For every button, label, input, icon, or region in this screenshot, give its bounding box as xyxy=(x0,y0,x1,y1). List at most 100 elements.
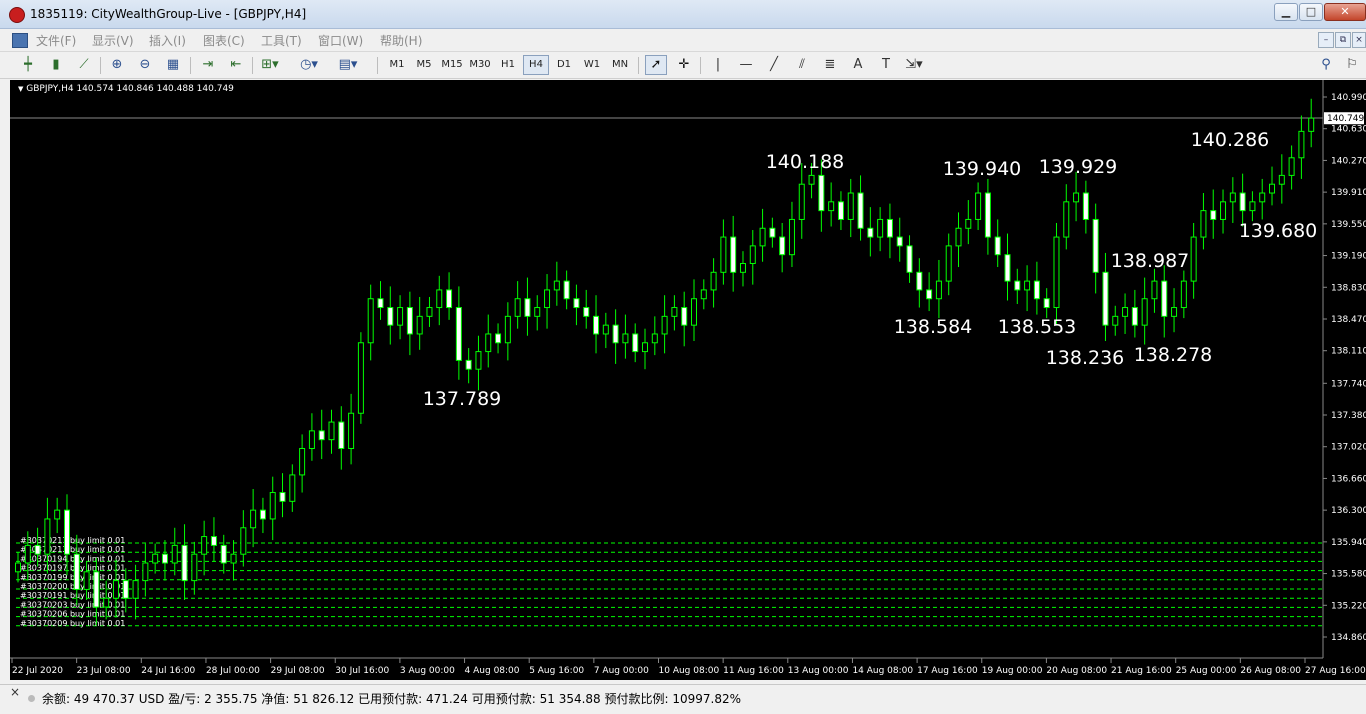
zoom-in-icon[interactable]: ⊕ xyxy=(107,55,127,75)
candle-body xyxy=(1131,307,1138,326)
candle-body xyxy=(1171,307,1178,317)
timeframe-m30[interactable]: M30 xyxy=(468,55,492,75)
label-icon[interactable]: T xyxy=(876,55,896,75)
timeframe-m15[interactable]: M15 xyxy=(440,55,464,75)
candle-body xyxy=(749,245,756,264)
candle-body xyxy=(1210,210,1217,220)
document-icon[interactable] xyxy=(12,33,28,48)
candle-body xyxy=(93,571,100,608)
x-tick-label: 25 Aug 00:00 xyxy=(1176,666,1237,676)
candle-body xyxy=(240,527,247,555)
x-tick-label: 11 Aug 16:00 xyxy=(723,666,784,676)
candle-body xyxy=(54,509,61,520)
bar-chart-icon[interactable]: ┿ xyxy=(18,55,38,75)
cursor-icon[interactable]: ➚ xyxy=(645,55,667,75)
mdi-minimize-button[interactable]: – xyxy=(1318,32,1334,48)
candle-body xyxy=(886,218,893,238)
flag-icon[interactable]: ⚐ xyxy=(1342,55,1362,75)
candle-body xyxy=(681,307,688,326)
candle-body xyxy=(455,307,462,361)
close-button[interactable]: ✕ xyxy=(1324,3,1366,21)
candle-body xyxy=(171,544,178,564)
candle-body xyxy=(818,174,825,212)
templates-icon[interactable]: ▤▾ xyxy=(338,55,358,75)
x-tick-label: 24 Jul 16:00 xyxy=(141,666,195,676)
candle-body xyxy=(152,553,159,564)
candle-body xyxy=(122,580,129,599)
candle-body xyxy=(1014,280,1021,291)
candle-body xyxy=(289,474,296,502)
menu-file[interactable]: 文件(F) xyxy=(36,32,76,49)
price-annotation: 138.553 xyxy=(998,316,1077,338)
chart-canvas[interactable]: #30370211 buy limit 0.01#30370213 buy li… xyxy=(10,80,1366,680)
menu-charts[interactable]: 图表(C) xyxy=(203,32,245,49)
candle-body xyxy=(73,553,80,590)
timeframe-h4[interactable]: H4 xyxy=(523,55,549,75)
order-label: #30370203 buy limit 0.01 xyxy=(20,600,125,609)
autoscroll-icon[interactable]: ⇥ xyxy=(198,55,218,75)
candle-body xyxy=(720,236,727,273)
maximize-button[interactable]: □ xyxy=(1299,3,1323,21)
menu-help[interactable]: 帮助(H) xyxy=(380,32,422,49)
candle-body xyxy=(1151,280,1158,300)
order-label: #30370209 buy limit 0.01 xyxy=(20,619,125,628)
account-status: 余额: 49 470.37 USD 盈/亏: 2 355.75 净值: 51 8… xyxy=(42,692,742,706)
mdi-restore-button[interactable]: ⧉ xyxy=(1335,32,1351,48)
y-tick-label: 136.300 xyxy=(1331,506,1366,516)
crosshair-icon[interactable]: ✛ xyxy=(674,55,694,75)
vertical-line-icon[interactable]: | xyxy=(708,55,728,75)
candle-body xyxy=(142,562,149,582)
window-title: 1835119: CityWealthGroup-Live - [GBPJPY,… xyxy=(30,7,307,21)
menu-window[interactable]: 窗口(W) xyxy=(318,32,363,49)
timeframe-d1[interactable]: D1 xyxy=(552,55,576,75)
candle-body xyxy=(210,536,217,546)
candles-icon[interactable]: ▮ xyxy=(46,55,66,75)
chart-shift-icon[interactable]: ⇤ xyxy=(226,55,246,75)
mdi-close-button[interactable]: × xyxy=(1352,32,1366,48)
text-icon[interactable]: A xyxy=(848,55,868,75)
zoom-out-icon[interactable]: ⊖ xyxy=(135,55,155,75)
menu-tools[interactable]: 工具(T) xyxy=(261,32,302,49)
y-tick-label: 139.190 xyxy=(1331,252,1366,262)
x-tick-label: 21 Aug 16:00 xyxy=(1111,666,1172,676)
close-terminal-icon[interactable]: × xyxy=(10,685,20,699)
search-icon[interactable]: ⚲ xyxy=(1316,55,1336,75)
menu-view[interactable]: 显示(V) xyxy=(92,32,134,49)
candle-body xyxy=(83,571,90,590)
horizontal-line-icon[interactable]: — xyxy=(736,55,756,75)
trendline-icon[interactable]: ╱ xyxy=(764,55,784,75)
y-tick-label: 135.940 xyxy=(1331,538,1366,548)
fibonacci-icon[interactable]: ≣ xyxy=(820,55,840,75)
candle-body xyxy=(201,536,208,555)
arrows-icon[interactable]: ⇲▾ xyxy=(904,55,924,75)
y-tick-label: 136.660 xyxy=(1331,474,1366,484)
line-chart-icon[interactable]: ⟋ xyxy=(74,55,94,75)
new-order-icon[interactable]: ⊞▾ xyxy=(260,55,280,75)
status-dot-icon xyxy=(28,695,35,702)
candle-body xyxy=(1141,298,1148,326)
timeframe-w1[interactable]: W1 xyxy=(580,55,604,75)
tile-windows-icon[interactable]: ▦ xyxy=(163,55,183,75)
order-label: #30370199 buy limit 0.01 xyxy=(20,573,125,582)
timeframe-m5[interactable]: M5 xyxy=(412,55,436,75)
candle-body xyxy=(220,544,227,564)
y-tick-label: 140.630 xyxy=(1331,125,1366,135)
periods-icon[interactable]: ◷▾ xyxy=(299,55,319,75)
y-tick-label: 135.580 xyxy=(1331,570,1366,580)
timeframe-m1[interactable]: M1 xyxy=(385,55,409,75)
channel-icon[interactable]: ⫽ xyxy=(792,55,812,75)
current-price-label: 140.749 xyxy=(1327,114,1364,124)
menu-insert[interactable]: 插入(I) xyxy=(149,32,186,49)
timeframe-h1[interactable]: H1 xyxy=(496,55,520,75)
y-tick-label: 137.380 xyxy=(1331,411,1366,421)
candle-body xyxy=(1024,280,1031,291)
minimize-button[interactable]: ▁ xyxy=(1274,3,1298,21)
candle-body xyxy=(132,580,139,599)
price-annotation: 139.940 xyxy=(943,158,1022,180)
candle-body xyxy=(994,236,1001,256)
candle-body xyxy=(926,289,933,300)
candle-body xyxy=(593,315,600,335)
timeframe-mn[interactable]: MN xyxy=(608,55,632,75)
price-chart[interactable]: #30370211 buy limit 0.01 #30370213 buy li… xyxy=(10,80,1366,680)
candle-body xyxy=(1112,315,1119,326)
